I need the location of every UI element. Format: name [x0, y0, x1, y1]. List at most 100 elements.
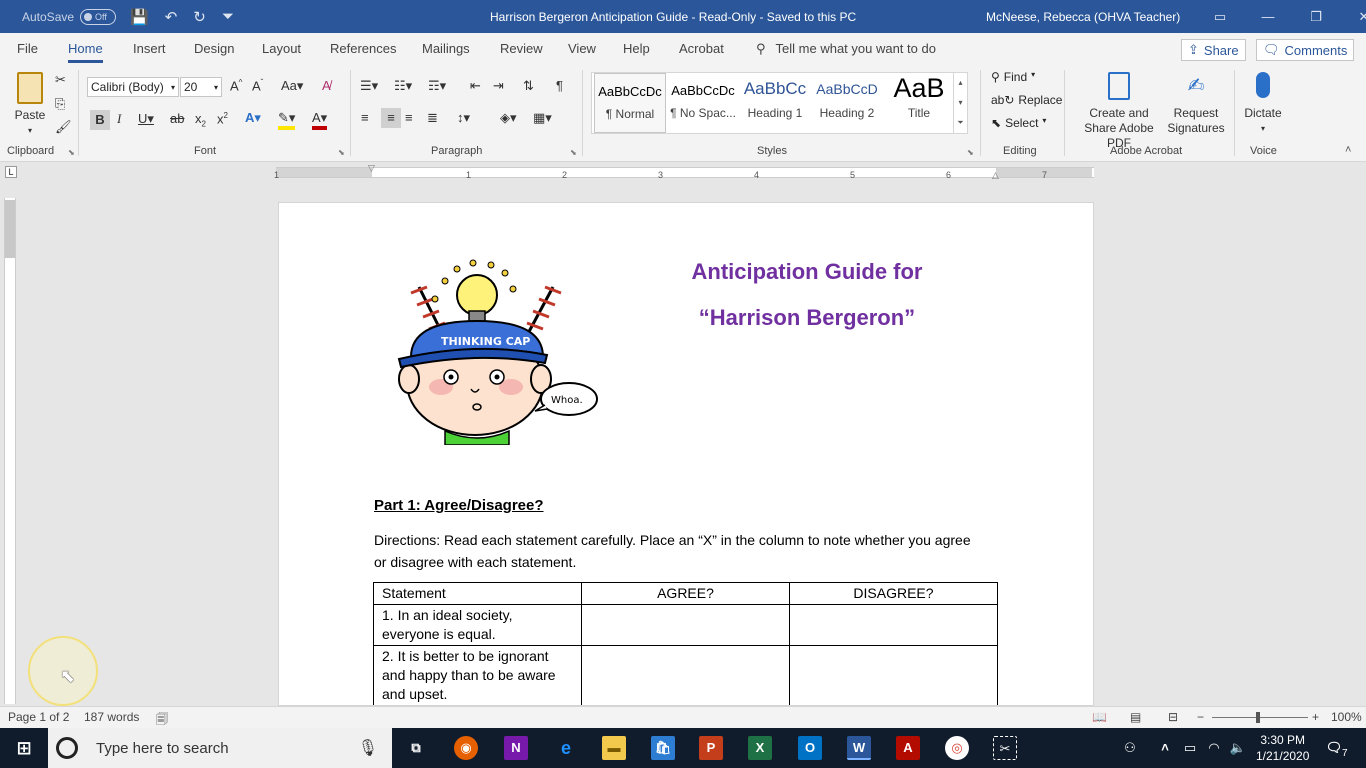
user-name[interactable]: McNeese, Rebecca (OHVA Teacher)	[986, 0, 1180, 33]
web-layout-icon[interactable]: ⊟	[1168, 710, 1178, 724]
ribbon-display-icon[interactable]: ▭	[1196, 9, 1244, 25]
disagree-cell[interactable]	[789, 645, 998, 705]
save-icon[interactable]: 💾	[130, 8, 149, 26]
tab-home[interactable]: Home	[68, 41, 103, 63]
undo-icon[interactable]: ↶	[165, 8, 178, 26]
grow-font-icon[interactable]: A^	[230, 78, 242, 93]
paragraph-launcher-icon[interactable]: ⬊	[570, 148, 577, 157]
sort-icon[interactable]: ⇅	[523, 78, 534, 94]
restore-icon[interactable]: ❐	[1292, 9, 1340, 25]
onenote-icon[interactable]: N	[504, 736, 528, 760]
justify-icon[interactable]: ≣	[427, 110, 438, 126]
close-icon[interactable]: ✕	[1340, 9, 1366, 25]
replace-button[interactable]: ab↻ Replace	[991, 93, 1062, 107]
table-header-cell[interactable]: AGREE?	[581, 582, 790, 605]
minimize-icon[interactable]: —	[1244, 9, 1292, 24]
tab-mailings[interactable]: Mailings	[422, 41, 470, 63]
shrink-font-icon[interactable]: Aˇ	[252, 78, 263, 93]
style-heading-1[interactable]: AaBbCc Heading 1	[739, 73, 811, 133]
chrome-icon[interactable]: ◎	[945, 736, 969, 760]
numbering-icon[interactable]: ☷▾	[394, 78, 412, 94]
multilevel-list-icon[interactable]: ☶▾	[428, 78, 446, 94]
tab-file[interactable]: File	[17, 41, 38, 63]
copy-icon[interactable]: ⎘	[55, 96, 65, 112]
store-icon[interactable]: 🛍	[651, 736, 675, 760]
tell-me-box[interactable]: ⚲ Tell me what you want to do	[756, 41, 936, 57]
word-count[interactable]: 187 words	[84, 710, 139, 724]
word-icon[interactable]: W	[847, 736, 871, 760]
request-signatures-button[interactable]: ✍ Request Signatures	[1166, 72, 1226, 136]
create-share-pdf-button[interactable]: Create and Share Adobe PDF	[1072, 72, 1166, 151]
paste-button[interactable]: Paste ▾	[12, 72, 48, 138]
volume-icon[interactable]: 🔈	[1226, 736, 1250, 760]
table-header-cell[interactable]: Statement	[373, 582, 582, 605]
taskbar-clock[interactable]: 3:30 PM 1/21/2020	[1256, 732, 1309, 764]
show-hidden-icons[interactable]: ˄	[1153, 736, 1177, 760]
shading-icon[interactable]: ◈▾	[500, 110, 517, 126]
windows-start-icon[interactable]: ⊞	[12, 736, 36, 760]
right-indent-marker[interactable]: △	[992, 170, 999, 181]
powerpoint-icon[interactable]: P	[699, 736, 723, 760]
tab-selector-icon[interactable]: L	[5, 166, 17, 178]
zoom-level[interactable]: 100%	[1331, 710, 1362, 724]
tab-view[interactable]: View	[568, 41, 596, 63]
collapse-ribbon-icon[interactable]: ˄	[1345, 144, 1351, 156]
vertical-ruler[interactable]	[4, 198, 16, 704]
first-line-indent-marker[interactable]: ▽	[368, 163, 375, 174]
line-spacing-icon[interactable]: ↕▾	[457, 110, 470, 126]
bullets-icon[interactable]: ☰▾	[360, 78, 378, 94]
agree-cell[interactable]	[581, 604, 790, 646]
format-painter-icon[interactable]: 🖌	[55, 119, 72, 135]
comments-button[interactable]: 🗨 Comments	[1256, 39, 1355, 61]
zoom-in-icon[interactable]: +	[1312, 710, 1319, 724]
statement-cell[interactable]: 2. It is better to be ignorant and happy…	[373, 645, 582, 705]
align-right-icon[interactable]: ≡	[405, 110, 413, 125]
style-title[interactable]: AaB Title	[883, 73, 955, 133]
borders-icon[interactable]: ▦▾	[533, 110, 552, 126]
superscript-button[interactable]: x2	[217, 111, 228, 126]
share-button[interactable]: ⇪ Share	[1181, 39, 1246, 61]
style-normal[interactable]: AaBbCcDc ¶ Normal	[594, 73, 666, 133]
edge-icon[interactable]: e	[554, 736, 578, 760]
people-icon[interactable]: ⚇	[1118, 736, 1142, 760]
task-view-icon[interactable]: ⧉	[404, 736, 428, 760]
find-button[interactable]: ⚲ Find ▾	[991, 70, 1035, 84]
wifi-icon[interactable]: ◠	[1202, 736, 1226, 760]
decrease-indent-icon[interactable]: ⇤	[470, 78, 481, 94]
microphone-icon[interactable]: 🎙	[358, 738, 378, 758]
text-effects-icon[interactable]: A▾	[245, 110, 261, 126]
font-name-combo[interactable]: Calibri (Body) ▾	[87, 77, 179, 97]
style-no-spacing[interactable]: AaBbCcDc ¶ No Spac...	[667, 73, 739, 133]
clear-formatting-icon[interactable]: A̸	[322, 78, 331, 93]
subscript-button[interactable]: x2	[195, 111, 206, 129]
page-count[interactable]: Page 1 of 2	[8, 710, 69, 724]
increase-indent-icon[interactable]: ⇥	[493, 78, 504, 94]
cut-icon[interactable]: ✂	[55, 72, 66, 88]
styles-scroll[interactable]: ▴ ▾ ⏷	[953, 73, 967, 133]
autosave-control[interactable]: AutoSave Off	[22, 0, 117, 33]
tab-help[interactable]: Help	[623, 41, 650, 63]
dictate-button[interactable]: Dictate ▾	[1240, 72, 1286, 136]
tab-design[interactable]: Design	[194, 41, 234, 63]
tab-acrobat[interactable]: Acrobat	[679, 41, 724, 63]
underline-button[interactable]: U▾	[138, 111, 154, 127]
outlook-icon[interactable]: O	[798, 736, 822, 760]
styles-launcher-icon[interactable]: ⬊	[967, 148, 974, 157]
redo-icon[interactable]: ↻	[193, 8, 206, 26]
change-case-icon[interactable]: Aa▾	[281, 78, 303, 94]
taskbar-search[interactable]: Type here to search 🎙	[48, 728, 392, 768]
italic-button[interactable]: I	[117, 111, 121, 127]
bold-button[interactable]: B	[90, 110, 110, 130]
font-launcher-icon[interactable]: ⬊	[338, 148, 345, 157]
statement-cell[interactable]: 1. In an ideal society, everyone is equa…	[373, 604, 582, 646]
firefox-icon[interactable]: ◉	[454, 736, 478, 760]
show-formatting-icon[interactable]: ¶	[556, 78, 563, 93]
table-header-cell[interactable]: DISAGREE?	[789, 582, 998, 605]
disagree-cell[interactable]	[789, 604, 998, 646]
ruler-bar[interactable]: 1 1 2 3 4 5 6 7	[274, 167, 1094, 180]
tab-insert[interactable]: Insert	[133, 41, 166, 63]
customize-qat-icon[interactable]: ⏷	[222, 8, 234, 25]
read-mode-icon[interactable]: 📖	[1092, 710, 1107, 724]
zoom-slider-track[interactable]	[1212, 717, 1308, 718]
acrobat-icon[interactable]: A	[896, 736, 920, 760]
